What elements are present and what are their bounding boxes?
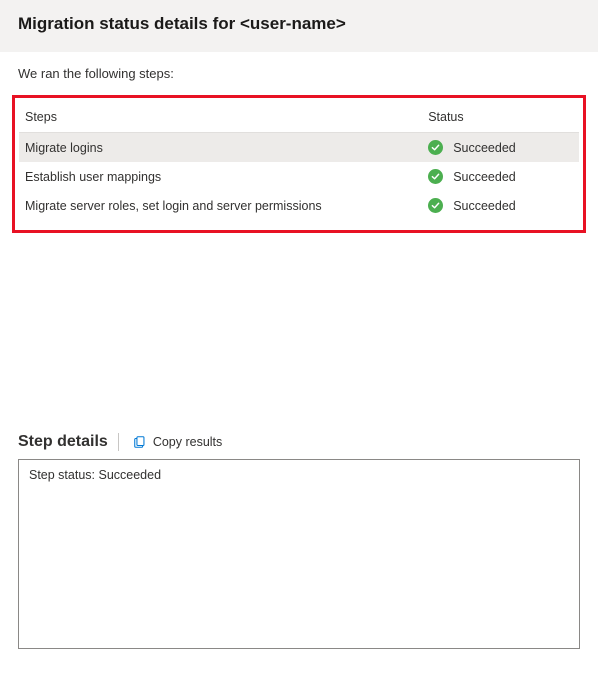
col-header-status[interactable]: Status	[422, 104, 579, 133]
step-details-box[interactable]: Step status: Succeeded	[18, 459, 580, 649]
status-text: Succeeded	[453, 199, 516, 213]
success-icon	[428, 198, 443, 213]
step-name: Establish user mappings	[19, 162, 422, 191]
step-status-text: Step status: Succeeded	[29, 468, 161, 482]
success-icon	[428, 140, 443, 155]
step-details-header: Step details Copy results	[18, 433, 580, 451]
step-status-cell: Succeeded	[422, 191, 579, 220]
step-details-section: Step details Copy results Step status: S…	[18, 433, 580, 649]
table-header-row: Steps Status	[19, 104, 579, 133]
page-header: Migration status details for <user-name>	[0, 0, 598, 52]
copy-icon	[133, 435, 147, 449]
subhead-text: We ran the following steps:	[0, 52, 598, 91]
table-row[interactable]: Establish user mappings Succeeded	[19, 162, 579, 191]
col-header-steps[interactable]: Steps	[19, 104, 422, 133]
step-status-cell: Succeeded	[422, 133, 579, 163]
status-text: Succeeded	[453, 141, 516, 155]
copy-results-label: Copy results	[153, 435, 222, 449]
step-name: Migrate logins	[19, 133, 422, 163]
steps-table-highlight: Steps Status Migrate logins Succeeded Es…	[12, 95, 586, 233]
step-name: Migrate server roles, set login and serv…	[19, 191, 422, 220]
status-text: Succeeded	[453, 170, 516, 184]
step-details-title: Step details	[18, 433, 108, 451]
divider	[118, 433, 119, 451]
success-icon	[428, 169, 443, 184]
step-status-cell: Succeeded	[422, 162, 579, 191]
table-row[interactable]: Migrate server roles, set login and serv…	[19, 191, 579, 220]
steps-table: Steps Status Migrate logins Succeeded Es…	[19, 104, 579, 220]
table-row[interactable]: Migrate logins Succeeded	[19, 133, 579, 163]
copy-results-button[interactable]: Copy results	[129, 433, 226, 451]
page-title: Migration status details for <user-name>	[18, 14, 580, 34]
